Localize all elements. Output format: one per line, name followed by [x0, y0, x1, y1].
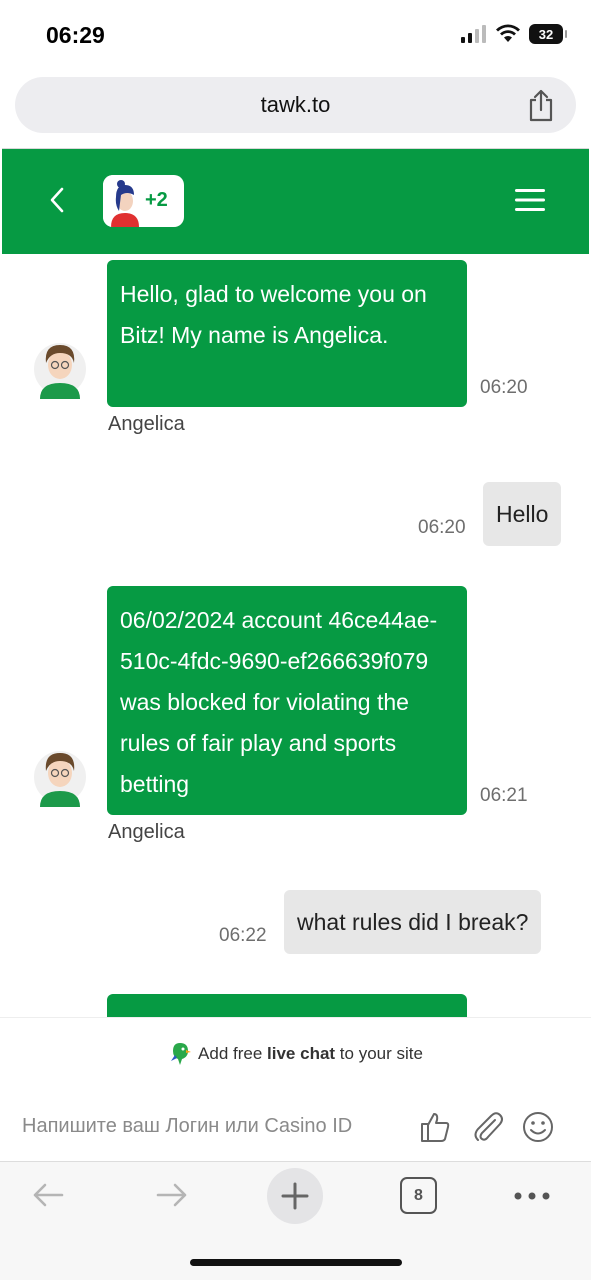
- message-time: 06:21: [480, 785, 528, 806]
- new-tab-button[interactable]: [267, 1168, 323, 1224]
- status-bar: 06:29 32: [0, 0, 591, 70]
- share-icon[interactable]: [526, 88, 556, 122]
- signal-icon: [461, 25, 486, 43]
- agents-extra-count: +2: [145, 189, 168, 211]
- thumbs-up-icon[interactable]: [418, 1110, 452, 1144]
- incoming-message: 06/02/2024 account 46ce44ae-510c-4fdc-96…: [107, 586, 467, 815]
- agents-chip[interactable]: +2: [103, 175, 184, 227]
- status-icons: 32: [461, 24, 567, 44]
- message-list[interactable]: Hello, glad to welcome you on Bitz! My n…: [0, 255, 591, 1017]
- sender-name: Angelica: [108, 413, 185, 435]
- incoming-message: Hello, glad to welcome you on Bitz! My n…: [107, 260, 467, 407]
- browser-forward-icon[interactable]: [154, 1180, 190, 1210]
- message-time: 06:20: [480, 377, 528, 398]
- address-bar[interactable]: tawk.to: [15, 77, 576, 133]
- menu-icon[interactable]: [515, 189, 545, 211]
- tawk-parrot-icon: [171, 1042, 192, 1065]
- url-text: tawk.to: [260, 92, 331, 117]
- chat-header: +2: [2, 148, 589, 254]
- branding-prefix: Add free: [198, 1043, 268, 1063]
- sender-name: Angelica: [108, 821, 185, 843]
- agent-avatar-icon: [103, 175, 143, 227]
- status-time: 06:29: [46, 22, 105, 48]
- agent-avatar-icon: [34, 751, 86, 807]
- message-time: 06:22: [219, 925, 267, 946]
- input-row: [0, 1092, 591, 1160]
- browser-back-icon[interactable]: [30, 1180, 66, 1210]
- tabs-button[interactable]: 8: [400, 1177, 437, 1214]
- plus-icon: [281, 1182, 309, 1210]
- emoji-icon[interactable]: [521, 1110, 555, 1144]
- paperclip-icon[interactable]: [471, 1110, 505, 1144]
- outgoing-message: Hello: [483, 482, 562, 546]
- branding-bold: live chat: [267, 1043, 336, 1063]
- incoming-message-partial: [107, 994, 467, 1017]
- message-time: 06:20: [418, 517, 466, 538]
- branding-suffix: to your site: [335, 1043, 423, 1063]
- battery-icon: 32: [529, 24, 567, 44]
- message-input[interactable]: [22, 1106, 412, 1146]
- agent-avatar-icon: [34, 343, 86, 399]
- back-icon[interactable]: [46, 185, 68, 215]
- home-indicator: [190, 1259, 402, 1266]
- outgoing-message: what rules did I break?: [284, 890, 542, 954]
- branding-link[interactable]: Add free live chat to your site: [0, 1017, 591, 1089]
- more-icon[interactable]: [514, 1191, 550, 1201]
- wifi-icon: [496, 24, 520, 42]
